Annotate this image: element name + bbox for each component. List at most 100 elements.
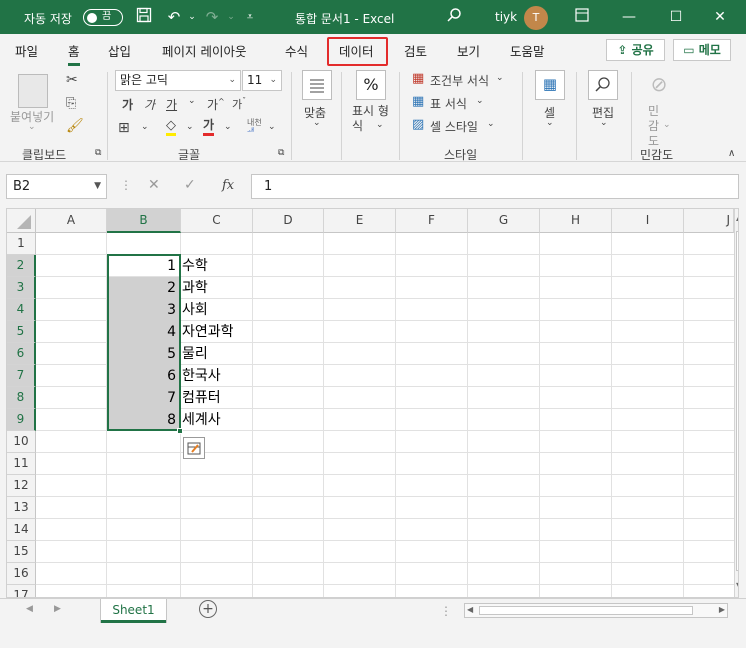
decrease-font-button[interactable]: 가ˇ — [232, 96, 246, 112]
bold-button[interactable]: 가 — [122, 96, 133, 113]
table-format-dropdown-icon[interactable]: ⌄ — [476, 96, 484, 106]
cell-C5[interactable]: 자연과학 — [182, 321, 234, 343]
share-button[interactable]: ⇪ 공유 — [606, 39, 665, 61]
italic-button[interactable]: 가 — [144, 96, 155, 113]
row-header[interactable]: 12 — [7, 475, 36, 497]
cell-C8[interactable]: 컴퓨터 — [182, 387, 221, 409]
row-header[interactable]: 4 — [7, 299, 36, 321]
column-header[interactable]: J — [684, 209, 734, 233]
borders-icon[interactable]: ⊞ — [118, 120, 130, 136]
cell-C4[interactable]: 사회 — [182, 299, 208, 321]
tab-formulas[interactable]: 수식 — [285, 41, 308, 60]
underline-dropdown-icon[interactable]: ⌄ — [188, 96, 196, 106]
font-size-combo[interactable]: 11 ⌄ — [242, 70, 282, 91]
column-header[interactable]: H — [540, 209, 612, 233]
phonetic-dropdown-icon[interactable]: ⌄ — [268, 122, 276, 132]
maximize-button[interactable]: ☐ — [663, 6, 689, 28]
font-name-combo[interactable]: 맑은 고딕 ⌄ — [115, 70, 241, 91]
paste-dropdown-icon[interactable]: ⌄ — [28, 122, 36, 132]
redo-icon[interactable]: ↷ — [202, 7, 222, 27]
align-icon[interactable] — [302, 70, 332, 100]
cell-C7[interactable]: 한국사 — [182, 365, 221, 387]
edit-dropdown-icon[interactable]: ⌄ — [600, 118, 608, 128]
row-header[interactable]: 16 — [7, 563, 36, 585]
row-header[interactable]: 11 — [7, 453, 36, 475]
increase-font-button[interactable]: 가^ — [207, 96, 225, 113]
cell-C6[interactable]: 물리 — [182, 343, 208, 365]
cut-icon[interactable]: ✂ — [66, 72, 78, 88]
tab-split-icon[interactable]: ⋮ — [440, 604, 452, 618]
undo-dropdown-icon[interactable]: ⌄ — [182, 7, 202, 27]
column-header[interactable]: C — [181, 209, 253, 233]
cell-C3[interactable]: 과학 — [182, 277, 208, 299]
formula-input[interactable]: 1 — [251, 174, 739, 199]
cell-style-dropdown-icon[interactable]: ⌄ — [487, 119, 495, 129]
phonetic-icon[interactable]: 내천 ᅫ — [247, 118, 262, 136]
cell-C2[interactable]: 수학 — [182, 255, 208, 277]
table-format-button[interactable]: 표 서식 — [430, 95, 467, 112]
customize-toolbar-icon[interactable]: ⩡ — [240, 7, 260, 27]
row-header[interactable]: 1 — [7, 233, 36, 255]
underline-button[interactable]: 가 — [166, 96, 177, 113]
row-header[interactable]: 8 — [7, 387, 36, 409]
column-header[interactable]: I — [612, 209, 684, 233]
clipboard-launcher-icon[interactable]: ⧉ — [95, 148, 101, 158]
column-header[interactable]: A — [36, 209, 107, 233]
cancel-icon[interactable]: ✕ — [148, 177, 160, 193]
column-header[interactable]: B — [107, 209, 181, 233]
collapse-ribbon-icon[interactable]: ∧ — [728, 148, 735, 159]
column-header[interactable]: E — [324, 209, 396, 233]
insert-function-icon[interactable]: fx — [222, 178, 234, 193]
fill-color-icon[interactable]: ◇ — [166, 118, 176, 136]
memo-button[interactable]: ▭ 메모 — [673, 39, 731, 61]
undo-icon[interactable]: ↶ — [164, 7, 184, 27]
format-painter-icon[interactable]: 🖌 — [66, 118, 84, 134]
column-header[interactable]: F — [396, 209, 468, 233]
paste-icon[interactable] — [18, 74, 48, 108]
autosave-toggle[interactable]: 끔 — [83, 9, 123, 26]
sheet-prev-icon[interactable]: ◀ — [26, 604, 33, 614]
add-sheet-icon[interactable]: + — [199, 600, 217, 618]
worksheet-grid[interactable]: A B C D E F G H I J 1 2 3 4 5 6 7 8 9 10 11 12 13 14 1… — [6, 208, 739, 598]
tab-view[interactable]: 보기 — [457, 41, 480, 60]
font-color-dropdown-icon[interactable]: ⌄ — [224, 122, 232, 132]
conditional-format-button[interactable]: 조건부 서식 — [430, 72, 489, 89]
horizontal-scrollbar[interactable]: ◀ ▶ — [464, 603, 728, 618]
row-header[interactable]: 14 — [7, 519, 36, 541]
enter-icon[interactable]: ✓ — [184, 177, 196, 193]
number-format-button[interactable]: 표시 형식 — [352, 104, 392, 134]
cell-style-button[interactable]: 셀 스타일 — [430, 118, 478, 135]
column-header[interactable]: G — [468, 209, 540, 233]
sensitivity-icon[interactable]: ⊘ — [646, 72, 672, 102]
row-header[interactable]: 3 — [7, 277, 36, 299]
tab-home[interactable]: 홈 — [68, 41, 80, 66]
name-box[interactable]: B2 ▼ — [6, 174, 107, 199]
fill-color-dropdown-icon[interactable]: ⌄ — [186, 122, 194, 132]
conditional-format-dropdown-icon[interactable]: ⌄ — [496, 73, 504, 83]
row-header[interactable]: 15 — [7, 541, 36, 563]
percent-icon[interactable]: % — [356, 70, 386, 100]
tab-review[interactable]: 검토 — [404, 41, 427, 60]
row-header[interactable]: 10 — [7, 431, 36, 453]
tab-insert[interactable]: 삽입 — [108, 41, 131, 60]
save-icon[interactable] — [134, 7, 154, 27]
sensitivity-dropdown-icon[interactable]: ⌄ — [663, 120, 671, 130]
cells-icon[interactable]: ▦ — [535, 70, 565, 100]
tab-page-layout[interactable]: 페이지 레이아웃 — [162, 41, 246, 60]
quick-analysis-icon[interactable] — [183, 437, 205, 459]
row-header[interactable]: 5 — [7, 321, 36, 343]
row-header[interactable]: 9 — [7, 409, 36, 431]
tab-help[interactable]: 도움말 — [510, 41, 545, 60]
row-header[interactable]: 13 — [7, 497, 36, 519]
row-header[interactable]: 17 — [7, 585, 36, 597]
avatar[interactable]: T — [524, 6, 548, 30]
table-format-icon[interactable]: ▦ — [412, 94, 424, 109]
align-dropdown-icon[interactable]: ⌄ — [313, 118, 321, 128]
close-button[interactable]: ✕ — [707, 6, 733, 28]
fill-handle[interactable] — [177, 428, 183, 434]
row-header[interactable]: 2 — [7, 255, 36, 277]
cell-style-icon[interactable]: ▨ — [412, 117, 424, 132]
row-header[interactable]: 6 — [7, 343, 36, 365]
row-header[interactable]: 7 — [7, 365, 36, 387]
select-all-corner[interactable] — [7, 209, 36, 233]
